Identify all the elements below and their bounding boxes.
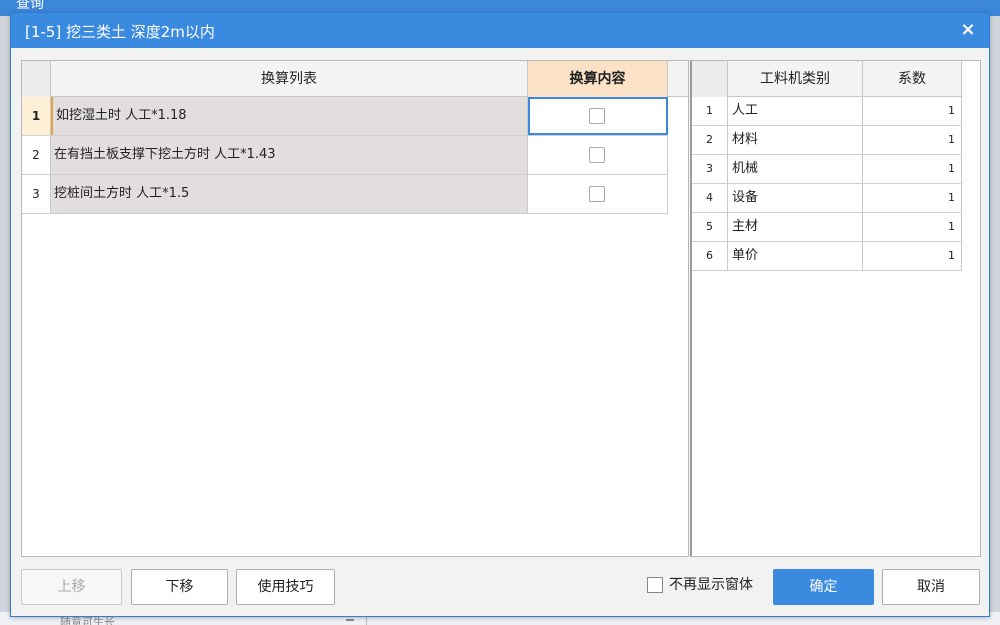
row-number-header — [22, 61, 51, 97]
coefficient-header: 系数 — [863, 61, 962, 97]
conversion-list-grid: 换算列表 换算内容 1 如挖湿土时 人工*1.18 2 在有挡土板支撑下挖土方时… — [21, 60, 689, 557]
table-row[interactable]: 6 单价 1 — [692, 242, 962, 271]
coefficient-grid: 工料机类别 系数 1 人工 1 2 材料 1 3 机械 1 4 设备 1 5 主… — [690, 60, 981, 557]
table-row[interactable]: 2 材料 1 — [692, 126, 962, 155]
coefficient-cell[interactable]: 1 — [863, 213, 962, 241]
conversion-checkbox[interactable] — [589, 147, 605, 163]
table-row[interactable]: 2 在有挡土板支撑下挖土方时 人工*1.43 — [22, 136, 668, 175]
row-number: 5 — [692, 213, 728, 241]
row-number: 4 — [692, 184, 728, 212]
dialog-titlebar[interactable]: [1-5] 挖三类土 深度2m以内 × — [11, 13, 989, 48]
material-type-cell: 材料 — [728, 126, 863, 154]
dialog-title: [1-5] 挖三类土 深度2m以内 — [25, 23, 215, 41]
material-type-cell: 机械 — [728, 155, 863, 183]
ok-button[interactable]: 确定 — [773, 569, 874, 605]
row-number-header — [692, 61, 728, 97]
table-row[interactable]: 4 设备 1 — [692, 184, 962, 213]
conversion-content-cell[interactable] — [528, 97, 668, 135]
conversion-item-text: 如挖湿土时 人工*1.18 — [51, 97, 528, 135]
row-number: 2 — [22, 136, 51, 174]
cancel-button[interactable]: 取消 — [882, 569, 980, 605]
table-row[interactable]: 1 人工 1 — [692, 97, 962, 126]
conversion-grid-header: 换算列表 换算内容 — [22, 61, 688, 97]
material-type-header: 工料机类别 — [728, 61, 863, 97]
conversion-content-cell[interactable] — [528, 175, 668, 213]
row-number: 3 — [22, 175, 51, 213]
coefficient-cell[interactable]: 1 — [863, 126, 962, 154]
table-row[interactable]: 5 主材 1 — [692, 213, 962, 242]
material-type-cell: 主材 — [728, 213, 863, 241]
table-row[interactable]: 1 如挖湿土时 人工*1.18 — [22, 97, 668, 136]
move-up-button[interactable]: 上移 — [21, 569, 122, 605]
conversion-dialog: [1-5] 挖三类土 深度2m以内 × 换算列表 换算内容 1 如挖湿土时 人工… — [10, 12, 990, 617]
row-number: 1 — [692, 97, 728, 125]
conversion-item-text: 挖桩间土方时 人工*1.5 — [51, 175, 528, 213]
row-number: 3 — [692, 155, 728, 183]
no-show-again-label: 不再显示窗体 — [669, 577, 753, 593]
conversion-list-header: 换算列表 — [51, 61, 528, 97]
table-row[interactable]: 3 挖桩间土方时 人工*1.5 — [22, 175, 668, 214]
table-row[interactable]: 3 机械 1 — [692, 155, 962, 184]
row-number: 1 — [22, 97, 51, 135]
conversion-checkbox[interactable] — [589, 186, 605, 202]
coefficient-cell[interactable]: 1 — [863, 184, 962, 212]
coefficient-cell[interactable]: 1 — [863, 242, 962, 270]
row-number: 6 — [692, 242, 728, 270]
conversion-checkbox[interactable] — [589, 108, 605, 124]
material-type-cell: 设备 — [728, 184, 863, 212]
row-number: 2 — [692, 126, 728, 154]
conversion-content-header: 换算内容 — [528, 61, 668, 97]
background-collapse-icon — [346, 619, 354, 621]
close-icon[interactable]: × — [957, 19, 979, 41]
coefficient-cell[interactable]: 1 — [863, 155, 962, 183]
move-down-button[interactable]: 下移 — [131, 569, 228, 605]
no-show-again-checkbox[interactable] — [647, 577, 663, 593]
material-type-cell: 人工 — [728, 97, 863, 125]
conversion-content-cell[interactable] — [528, 136, 668, 174]
coefficient-grid-header: 工料机类别 系数 — [692, 61, 962, 97]
material-type-cell: 单价 — [728, 242, 863, 270]
usage-tips-button[interactable]: 使用技巧 — [236, 569, 335, 605]
conversion-item-text: 在有挡土板支撑下挖土方时 人工*1.43 — [51, 136, 528, 174]
coefficient-cell[interactable]: 1 — [863, 97, 962, 125]
